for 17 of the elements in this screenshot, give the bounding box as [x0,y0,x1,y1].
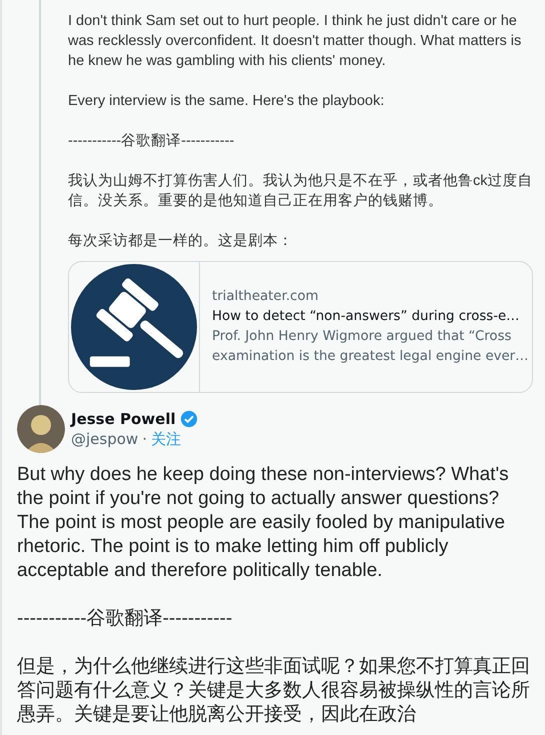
author-handle: @jespow [71,429,138,449]
card-domain: trialtheater.com [212,288,320,306]
tweet-text: -----------谷歌翻译----------- [68,132,236,151]
author-name[interactable]: Jesse Powell [71,409,176,429]
tweet-text: Every interview is the same. Here's the playbook: [68,92,386,111]
tweet-text: I don't think Sam set out to hurt people. I think he just didn't care or he was recklessly overconfident. It doesn't matter though. What matters is he knew he was gambling with his clients' money. [68,12,522,71]
avatar[interactable] [17,405,65,453]
separator: · [142,429,147,449]
tweet-text: -----------谷歌翻译----------- [17,607,234,631]
card-title: How to detect “non-answers” during cross-e… [212,308,520,326]
tweet-text: 每次采访都是一样的。这是剧本： [68,232,294,251]
card-description: Prof. John Henry Wigmore argued that “Cross examination is the greatest legal engine ever… [212,328,530,366]
gavel-icon [71,264,197,390]
tweet-text: 但是，为什么他继续进行这些非面试呢？如果您不打算真正回答问题有什么意义？关键是大多数人很容易被操纵性的言论所愚弄。关键是要让他脱离公开接受，因此在政治 [17,655,530,727]
tweet-text: But why does he keep doing these non-interviews? What's the point if you're not going to actually answer questions? The point is most people are easily fooled by manipulative rhetoric. The point is to make letting him off publicly acceptable and therefore politically tenable. [17,463,510,583]
link-card[interactable]: trialtheater.com How to detect “non-answers” during cross-e… Prof. John Henry Wigmore argued that “Cross examination is the greatest legal engine ever… [68,261,533,393]
tweet-text: 我认为山姆不打算伤害人们。我认为他只是不在乎，或者他鲁ck过度自信。没关系。重要的是他知道自己正在用客户的钱赌博。 [68,172,533,211]
